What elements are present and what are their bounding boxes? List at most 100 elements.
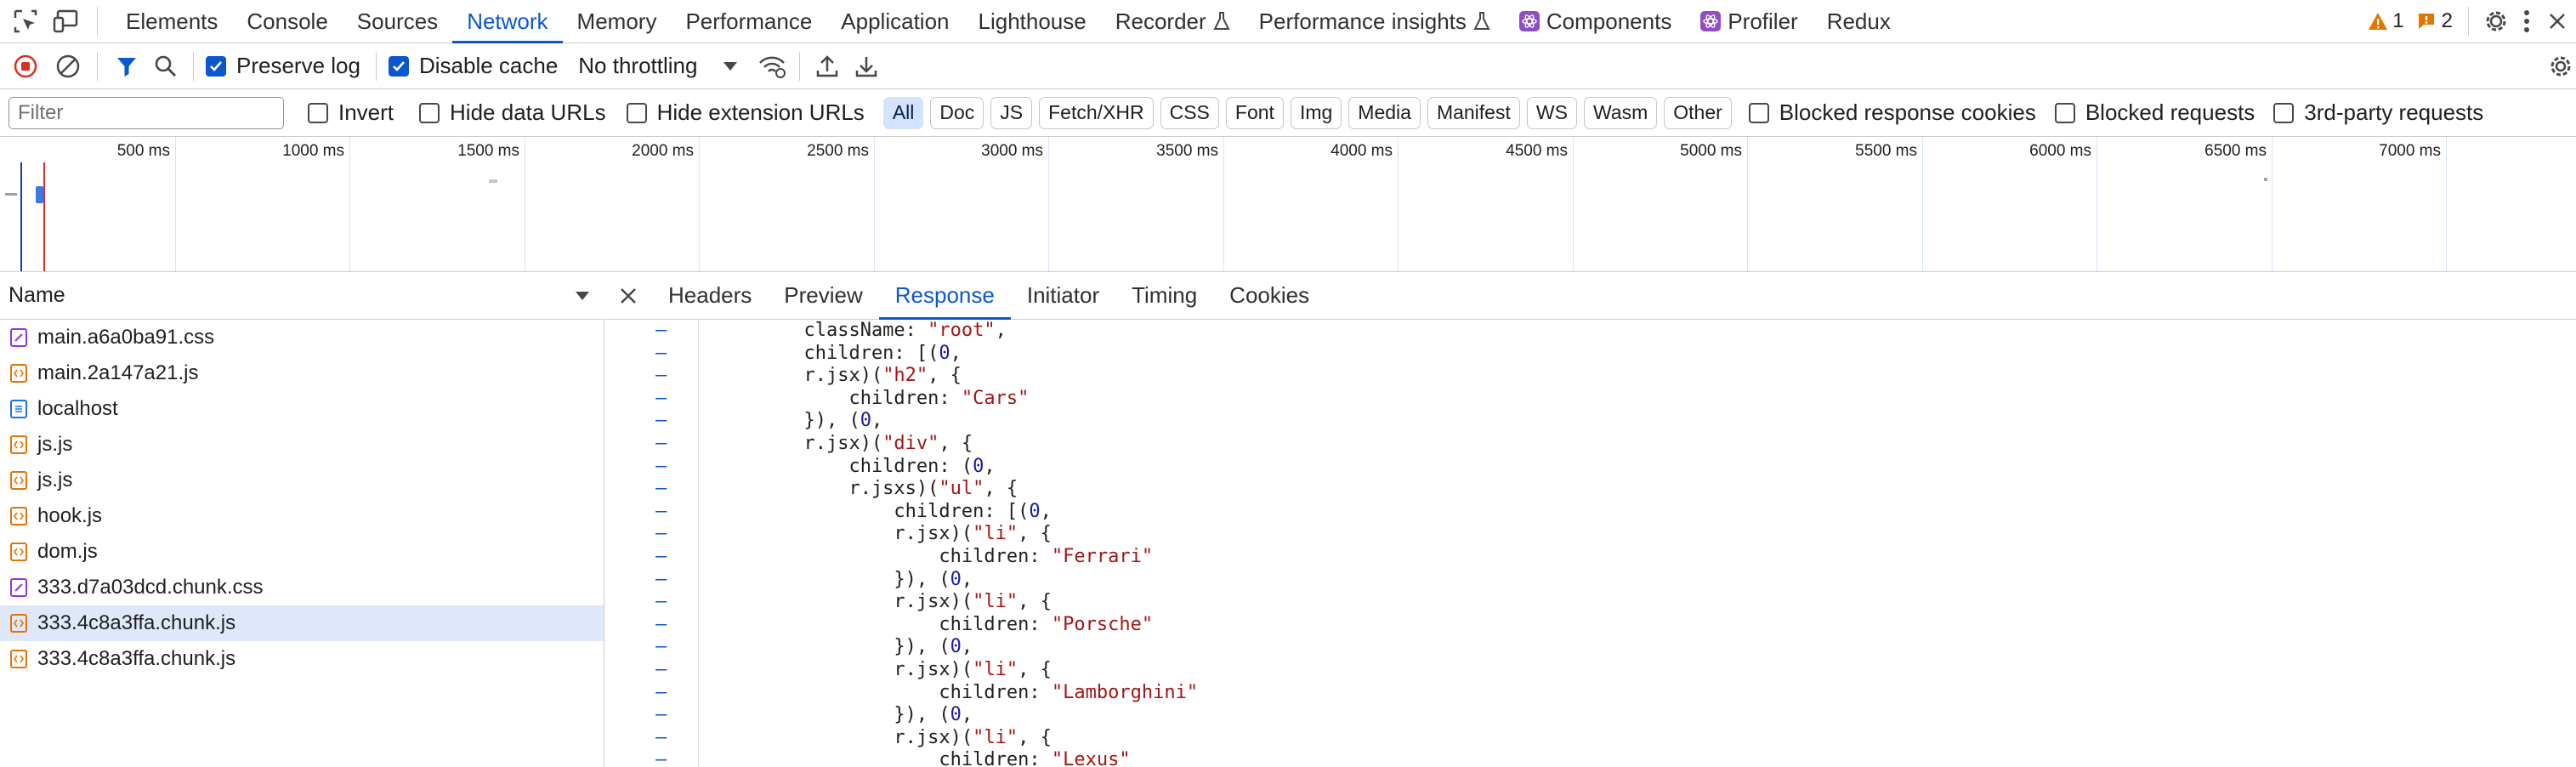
request-row[interactable]: main.2a147a21.js xyxy=(0,355,604,391)
clear-icon[interactable] xyxy=(53,51,83,82)
request-row[interactable]: 333.4c8a3ffa.chunk.js xyxy=(0,605,604,641)
search-icon[interactable] xyxy=(150,51,181,82)
inspect-element-icon[interactable] xyxy=(10,6,41,37)
request-name: 333.4c8a3ffa.chunk.js xyxy=(37,611,236,634)
more-options-icon[interactable] xyxy=(2511,6,2542,37)
hide-extension-urls-checkbox[interactable]: Hide extension URLs xyxy=(626,99,865,126)
tab-components[interactable]: Components xyxy=(1505,0,1686,43)
resource-type-filters: All Doc JS Fetch/XHR CSS Font Img Media Manifest… xyxy=(882,96,1739,129)
tab-memory[interactable]: Memory xyxy=(563,0,672,43)
filter-bar: Invert Hide data URLs Hide extension URL… xyxy=(0,89,2576,137)
blocked-response-cookies-checkbox[interactable]: Blocked response cookies xyxy=(1748,99,2036,126)
string-token: "div" xyxy=(882,432,939,454)
warning-counter[interactable]: 1 xyxy=(2367,9,2404,33)
code-token: , { xyxy=(1018,658,1052,680)
settings-gear-icon[interactable] xyxy=(2481,6,2511,37)
response-viewer[interactable]: – className: "root", – children: [(0, – r.… xyxy=(604,320,2576,767)
name-column-header[interactable]: Name xyxy=(9,283,65,308)
invert-checkbox[interactable]: Invert xyxy=(308,99,394,126)
code-line: – r.jsx)("li", { xyxy=(604,591,2576,614)
removed-line-marker: – xyxy=(655,500,667,522)
js-file-icon xyxy=(10,364,27,383)
removed-line-marker: – xyxy=(655,591,667,613)
code-text: children: "Lexus" xyxy=(698,749,1131,767)
issues-counter[interactable]: 2 xyxy=(2416,9,2453,33)
filter-chip-other[interactable]: Other xyxy=(1664,96,1732,129)
import-har-icon[interactable] xyxy=(812,51,843,82)
close-detail-icon[interactable] xyxy=(604,272,652,319)
detail-tab-cookies[interactable]: Cookies xyxy=(1213,272,1325,319)
timeline-gridline xyxy=(175,137,176,271)
tab-profiler[interactable]: Profiler xyxy=(1686,0,1812,43)
filter-chip-fetch-xhr[interactable]: Fetch/XHR xyxy=(1039,96,1154,129)
filter-chip-css[interactable]: CSS xyxy=(1160,96,1219,129)
tab-lighthouse[interactable]: Lighthouse xyxy=(964,0,1101,43)
removed-line-marker: – xyxy=(655,545,667,567)
string-token: "li" xyxy=(973,726,1018,748)
tab-performance-insights[interactable]: Performance insights xyxy=(1245,0,1505,43)
js-file-icon xyxy=(10,650,27,668)
tab-console[interactable]: Console xyxy=(232,0,342,43)
request-row[interactable]: 333.4c8a3ffa.chunk.js xyxy=(0,641,604,677)
filter-chip-js[interactable]: JS xyxy=(990,96,1033,129)
string-token: "Lexus" xyxy=(1051,749,1131,767)
request-row[interactable]: dom.js xyxy=(0,534,604,570)
detail-tab-preview[interactable]: Preview xyxy=(768,272,878,319)
filter-input[interactable] xyxy=(9,96,284,129)
detail-tab-initiator[interactable]: Initiator xyxy=(1011,272,1115,319)
tab-recorder[interactable]: Recorder xyxy=(1101,0,1245,43)
code-line: – className: "root", xyxy=(604,320,2576,343)
request-bar xyxy=(2264,178,2267,181)
request-row[interactable]: js.js xyxy=(0,427,604,463)
code-text: r.jsx)("div", { xyxy=(698,433,973,456)
request-row[interactable]: localhost xyxy=(0,391,604,427)
hide-data-urls-checkbox[interactable]: Hide data URLs xyxy=(419,99,606,126)
filter-chip-all[interactable]: All xyxy=(882,96,924,129)
third-party-requests-checkbox[interactable]: 3rd-party requests xyxy=(2273,99,2483,126)
disable-cache-checkbox[interactable]: Disable cache xyxy=(388,53,558,79)
removed-line-marker: – xyxy=(655,410,667,432)
filter-chip-media[interactable]: Media xyxy=(1348,96,1421,129)
request-row[interactable]: main.a6a0ba91.css xyxy=(0,320,604,355)
request-row[interactable]: js.js xyxy=(0,463,604,498)
tab-elements[interactable]: Elements xyxy=(111,0,232,43)
devtools-tab-bar: Elements Console Sources Network Memory Perfo… xyxy=(0,0,2576,43)
tab-redux[interactable]: Redux xyxy=(1813,0,1905,43)
removed-line-marker: – xyxy=(655,387,667,409)
blocked-requests-checkbox[interactable]: Blocked requests xyxy=(2054,99,2255,126)
code-line: – children: [(0, xyxy=(604,343,2576,366)
timeline-tick-label: 3000 ms xyxy=(981,142,1043,160)
filter-chip-wasm[interactable]: Wasm xyxy=(1583,96,1658,129)
request-row[interactable]: hook.js xyxy=(0,498,604,534)
detail-tab-timing[interactable]: Timing xyxy=(1115,272,1213,319)
detail-tab-response[interactable]: Response xyxy=(878,272,1011,320)
detail-tab-headers[interactable]: Headers xyxy=(652,272,768,319)
react-icon xyxy=(1700,11,1722,31)
request-name: 333.d7a03dcd.chunk.css xyxy=(37,576,264,599)
filter-chip-manifest[interactable]: Manifest xyxy=(1427,96,1520,129)
filter-chip-font[interactable]: Font xyxy=(1225,96,1284,129)
code-token: , xyxy=(950,342,962,364)
tab-sources[interactable]: Sources xyxy=(343,0,452,43)
filter-chip-ws[interactable]: WS xyxy=(1526,96,1577,129)
tab-performance[interactable]: Performance xyxy=(671,0,826,43)
stop-recording-icon[interactable] xyxy=(10,51,41,82)
export-har-icon[interactable] xyxy=(851,51,882,82)
js-file-icon xyxy=(10,471,27,490)
tab-application[interactable]: Application xyxy=(826,0,963,43)
device-toolbar-icon[interactable] xyxy=(51,6,82,37)
network-conditions-icon[interactable] xyxy=(757,51,787,82)
preserve-log-checkbox[interactable]: Preserve log xyxy=(206,53,360,79)
sort-chevron-down-icon[interactable] xyxy=(575,291,590,301)
code-line: – }), (0, xyxy=(604,636,2576,659)
request-row[interactable]: 333.d7a03dcd.chunk.css xyxy=(0,570,604,605)
filter-chip-doc[interactable]: Doc xyxy=(930,96,984,129)
network-settings-gear-icon[interactable] xyxy=(2545,51,2576,82)
network-overview-timeline[interactable]: 500 ms 1000 ms 1500 ms 2000 ms 2500 ms 3000 m… xyxy=(0,137,2576,272)
removed-line-marker: – xyxy=(655,523,667,545)
filter-icon[interactable] xyxy=(111,51,142,82)
close-devtools-icon[interactable] xyxy=(2542,6,2573,37)
filter-chip-img[interactable]: Img xyxy=(1290,96,1342,129)
throttling-select[interactable]: No throttling xyxy=(578,53,738,79)
tab-network[interactable]: Network xyxy=(452,0,563,43)
